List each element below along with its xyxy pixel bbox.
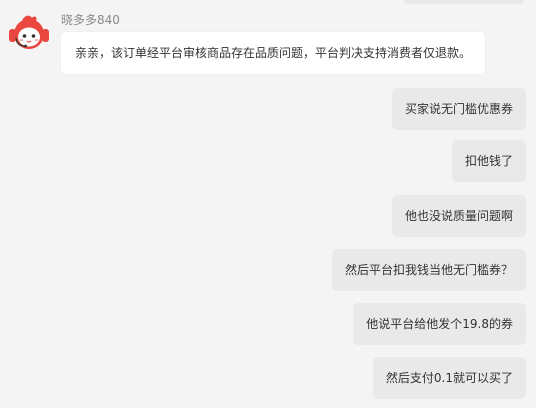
outgoing-message-bubble: 然后支付0.1就可以买了 [372,357,526,399]
outgoing-message-bubble: 然后平台扣我钱当他无门槛券？ [331,249,526,291]
outgoing-message-bubble: 他说平台给他发个19.8的券 [353,303,526,345]
robot-avatar-svg [9,15,49,49]
incoming-message-bubble: 亲亲，该订单经平台审核商品存在品质问题，平台判决支持消费者仅退款。 [61,32,486,74]
outgoing-message-bubble: 买家说无门槛优惠券 [391,88,526,130]
sender-name: 晓多多840 [61,13,120,27]
chat-window: 晓多多840 亲亲，该订单经平台审核商品存在品质问题，平台判决支持消费者仅退款。… [0,0,536,408]
robot-avatar-icon[interactable] [8,12,50,54]
previous-message-bubble [404,0,524,4]
outgoing-message-bubble: 扣他钱了 [451,140,526,182]
outgoing-message-bubble: 他也没说质量问题啊 [391,195,526,237]
